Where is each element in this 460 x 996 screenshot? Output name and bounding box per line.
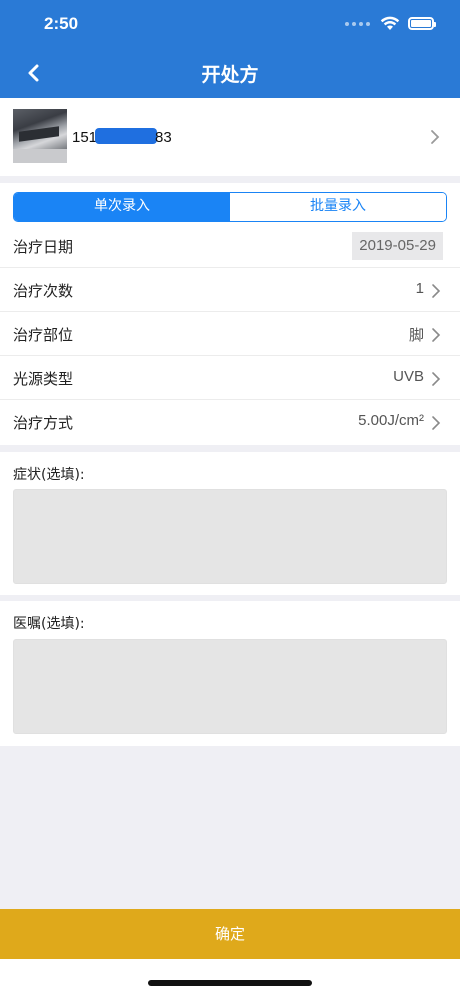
status-time: 2:50 <box>44 14 79 33</box>
advice-textarea[interactable] <box>13 639 447 734</box>
row-light-source[interactable]: 光源类型 UVB <box>0 356 460 400</box>
row-treatment-method[interactable]: 治疗方式 5.00J/cm² <box>0 400 460 444</box>
phone-prefix: 151 <box>72 129 98 146</box>
battery-icon <box>408 17 436 30</box>
row-value: 1 <box>415 280 424 297</box>
advice-card: 医嘱(选填): <box>0 601 460 746</box>
entry-mode-segment: 单次录入 批量录入 <box>13 192 447 222</box>
confirm-button[interactable]: 确定 <box>0 909 460 959</box>
row-treatment-site[interactable]: 治疗部位 脚 <box>0 312 460 356</box>
phone-suffix: 83 <box>155 129 172 146</box>
row-value: 5.00J/cm² <box>358 412 424 429</box>
page-title: 开处方 <box>201 64 259 86</box>
row-label: 治疗方式 <box>13 414 74 432</box>
row-label: 治疗日期 <box>13 238 74 256</box>
cellular-signal-icon <box>345 21 370 26</box>
chevron-right-icon <box>431 130 440 144</box>
tab-single-entry[interactable]: 单次录入 <box>14 193 230 221</box>
row-treatment-count[interactable]: 治疗次数 1 <box>0 268 460 312</box>
treatment-date-field[interactable]: 2019-05-29 <box>352 232 443 260</box>
symptoms-card: 症状(选填): <box>0 452 460 595</box>
home-indicator[interactable] <box>148 980 312 986</box>
chevron-right-icon <box>432 328 441 342</box>
patient-phone: 151 83 <box>72 128 172 146</box>
row-label: 治疗次数 <box>13 282 74 300</box>
status-icons <box>345 16 436 31</box>
chevron-right-icon <box>432 284 441 298</box>
row-value: UVB <box>393 368 424 385</box>
symptoms-textarea[interactable] <box>13 489 447 584</box>
app-header: 2:50 开处方 <box>0 0 460 98</box>
chevron-right-icon <box>432 416 441 430</box>
wifi-icon <box>380 16 400 30</box>
row-treatment-date[interactable]: 治疗日期 2019-05-29 <box>0 224 460 268</box>
symptoms-label: 症状(选填): <box>13 467 85 483</box>
tab-batch-entry[interactable]: 批量录入 <box>230 193 446 221</box>
row-label: 治疗部位 <box>13 326 74 344</box>
row-value: 脚 <box>408 327 424 344</box>
chevron-right-icon <box>432 372 441 386</box>
advice-label: 医嘱(选填): <box>13 616 85 632</box>
bottom-safe-area <box>0 959 460 996</box>
redaction-mask <box>95 128 158 144</box>
patient-row[interactable]: 151 83 <box>0 98 460 176</box>
patient-photo <box>13 109 67 163</box>
row-label: 光源类型 <box>13 370 74 388</box>
